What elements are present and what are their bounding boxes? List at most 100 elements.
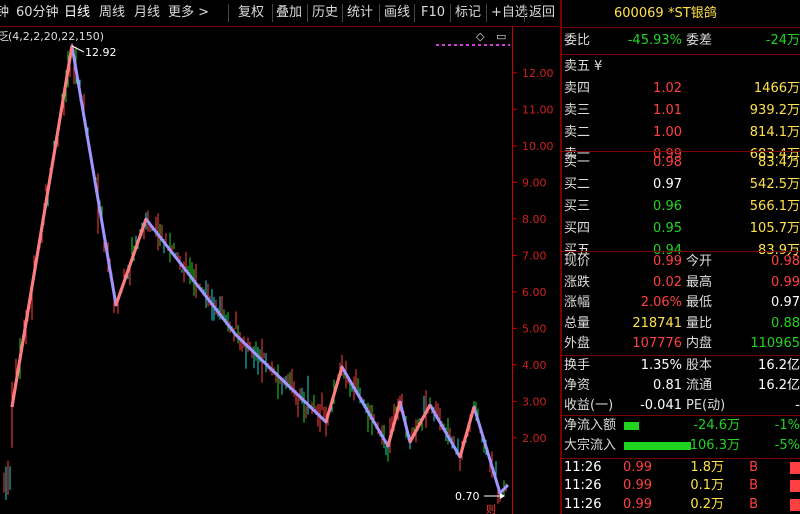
overlay-button[interactable]: 叠加 [276,3,302,23]
tick-price: 0.99 [623,478,652,494]
tick-price: 0.99 [623,496,652,512]
tick-side: B [749,478,758,494]
buy4-label: 买四 [564,221,591,236]
weicha-label: 委差 [686,33,713,48]
sell4-label: 卖四 [564,81,591,96]
buy3-label: 买三 [564,199,591,214]
low-price-marker: 0.70 [455,490,480,503]
bottom-partial: 则 [486,503,496,514]
candlesticks [3,43,507,504]
stock-header: 600069 *ST银鸽 [562,4,800,24]
buy2-label: 买二 [564,177,591,192]
sell2-price: 1.00 [653,125,682,140]
sell5-row: 卖五 ¥ [562,56,800,78]
tab-monthly[interactable]: 月线 [134,3,160,23]
stats-button[interactable]: 统计 [347,3,373,23]
stat-row: 总量 218741 量比 0.88 [562,314,800,334]
flow-bar [624,442,691,450]
zigzag-up-segment [408,404,432,443]
flow-row: 大宗流入 -106.3万 -5% [562,436,800,456]
draw-line-button[interactable]: 画线 [384,3,410,23]
buy3-volume: 566.1万 [749,199,800,214]
fuquan-button[interactable]: 复权 [238,3,264,23]
fundamental-value: - [795,398,800,413]
fundamental-value: 1.35% [640,358,682,373]
axis-label: 12.00 [522,67,554,80]
fundamental-value: -0.041 [640,398,682,413]
buy2-price: 0.97 [653,177,682,192]
sell2-row: 卖二 1.00 814.1万 [562,122,800,144]
kline-chart[interactable]: 乏 (4,2,2,20,22,150) ◇ ▭ 12.0011.0010.009… [0,27,558,514]
sell4-row: 卖四 1.02 1466万 [562,78,800,100]
weibi-row: 委比 -45.93% 委差 -24万 [562,30,800,52]
flow-label: 净流入额 [564,418,617,433]
sell3-label: 卖三 [564,103,591,118]
axis-label: 8.00 [522,213,547,226]
sell5-label: 卖五 [564,59,591,74]
stat-value: 0.98 [771,254,800,269]
stock-name: *ST银鸽 [668,6,717,21]
stat-label: 量比 [686,315,713,331]
fundamental-label: 流通 [686,378,713,393]
stat-value: 107776 [632,336,682,352]
back-button[interactable]: 返回 [529,3,555,23]
tick-row: 11:26 0.99 1.8万 B [562,459,800,477]
tab-weekly[interactable]: 周线 [99,3,125,23]
stat-label: 涨幅 [564,295,591,311]
buy2-row: 买二 0.97 542.5万 [562,174,800,196]
tab-daily[interactable]: 日线 [64,3,90,23]
buy4-price: 0.95 [653,221,682,236]
flow-label: 大宗流入 [564,438,617,453]
tick-side: B [749,460,758,475]
buy4-volume: 105.7万 [749,221,800,236]
tick-side: B [749,496,758,512]
tick-time: 11:26 [564,460,602,475]
toolbar-partial: 钟 [0,5,10,20]
stat-label: 涨跌 [564,274,591,290]
zigzag-up-segment [114,218,148,306]
fundamental-label: 换手 [564,358,591,373]
tab-more[interactable]: 更多 > [168,3,209,23]
stat-value: 0.88 [771,315,800,331]
quote-panel: 600069 *ST银鸽 委比 -45.93% 委差 -24万 卖五 ¥ 卖四 … [560,0,800,514]
sell3-row: 卖三 1.01 939.2万 [562,100,800,122]
stat-value: 110965 [750,336,800,352]
fundamental-value: 16.2亿 [758,378,800,393]
price-axis: 12.00 11.00 10.00 9.00 8.00 7.00 6.00 5.00 4.00 3… [512,67,554,445]
add-watchlist-button[interactable]: +自选 [491,3,528,23]
tick-flag [790,462,800,474]
stat-value: 2.06% [640,295,682,311]
axis-label: 2.00 [522,432,547,445]
flow-pct: -5% [774,438,800,453]
stat-label: 最低 [686,295,713,311]
sell3-price: 1.01 [653,103,682,118]
fundamental-label: 收益(一) [564,398,614,413]
tick-row: 11:26 0.99 0.1万 B [562,477,800,495]
weicha-value: -24万 [765,33,800,48]
zigzag-line [10,44,510,495]
buy3-price: 0.96 [653,199,682,214]
fundamental-label: 净资 [564,378,591,393]
tick-volume: 0.2万 [690,496,724,512]
buy1-price: 0.98 [653,155,682,170]
axis-label: 9.00 [522,176,547,189]
axis-label: 7.00 [522,249,547,262]
buy1-label: 买一 [564,155,591,170]
buy3-row: 买三 0.96 566.1万 [562,196,800,218]
mark-button[interactable]: 标记 [455,3,481,23]
axis-label: 10.00 [522,140,554,153]
buy1-row: 买一 0.98 83.4万 [562,152,800,174]
f10-button[interactable]: F10 [421,3,445,23]
buy4-row: 买四 0.95 105.7万 [562,218,800,240]
history-button[interactable]: 历史 [312,3,338,23]
fundamental-row: 换手 1.35% 股本 16.2亿 [562,356,800,376]
stat-value: 218741 [632,315,682,331]
fundamental-value: 16.2亿 [758,358,800,373]
fundamental-row: 收益(一) -0.041 PE(动) - [562,396,800,416]
window-icon[interactable]: ▭ [496,30,506,43]
flow-value: -106.3万 [685,438,740,453]
diamond-icon[interactable]: ◇ [476,30,485,43]
axis-label: 4.00 [522,359,547,372]
tab-60min[interactable]: 60分钟 [16,3,59,23]
period-toolbar: 钟 60分钟 日线 周线 月线 更多 > 复权 叠加 历史 统计 画线 F10 … [0,0,558,27]
